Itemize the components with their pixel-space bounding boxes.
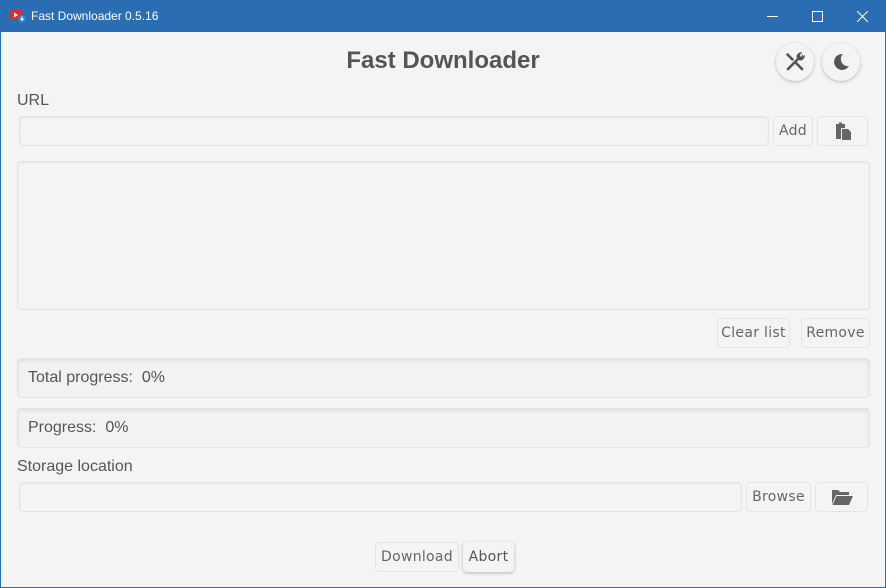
app-logo-icon [10, 10, 26, 23]
url-input[interactable] [20, 117, 768, 145]
current-progress-value: 0% [105, 419, 129, 436]
abort-button[interactable]: Abort [463, 542, 514, 572]
title-bar[interactable]: Fast Downloader 0.5.16 [1, 1, 885, 32]
add-button[interactable]: Add [773, 116, 813, 146]
remove-button[interactable]: Remove [801, 318, 870, 348]
url-label: URL [17, 92, 50, 109]
close-button[interactable] [839, 1, 885, 32]
theme-toggle-button[interactable] [822, 43, 860, 81]
clear-list-button[interactable]: Clear list [717, 318, 790, 348]
maximize-button[interactable] [794, 1, 840, 32]
total-progress-value: 0% [141, 369, 165, 386]
minimize-icon [766, 16, 778, 17]
current-progress-label: Progress: [28, 419, 97, 436]
settings-button[interactable] [776, 43, 814, 81]
total-progress-bar: Total progress: 0% [17, 358, 870, 398]
window-title: Fast Downloader 0.5.16 [31, 9, 159, 23]
paste-button[interactable] [817, 116, 868, 146]
minimize-button[interactable] [749, 1, 795, 32]
storage-location-label: Storage location [17, 458, 133, 475]
main-content: Fast Downloader URL Add Clear list Remov… [1, 32, 885, 587]
close-icon [856, 11, 868, 22]
storage-location-input[interactable] [20, 483, 741, 511]
current-progress-bar: Progress: 0% [17, 408, 870, 448]
browse-button[interactable]: Browse [746, 482, 811, 512]
url-input-wrapper [19, 116, 769, 146]
folder-open-icon [831, 490, 853, 505]
page-title: Fast Downloader [346, 47, 540, 74]
tools-icon [785, 52, 805, 71]
download-button[interactable]: Download [375, 542, 459, 572]
moon-icon [834, 53, 849, 70]
total-progress-label: Total progress: [28, 369, 133, 386]
clipboard-paste-icon [835, 122, 851, 140]
download-list[interactable] [17, 161, 870, 310]
app-window: Fast Downloader 0.5.16 Fast Downloader U… [0, 0, 886, 588]
maximize-icon [811, 11, 823, 22]
open-folder-button[interactable] [815, 482, 868, 512]
storage-input-wrapper [19, 482, 742, 512]
